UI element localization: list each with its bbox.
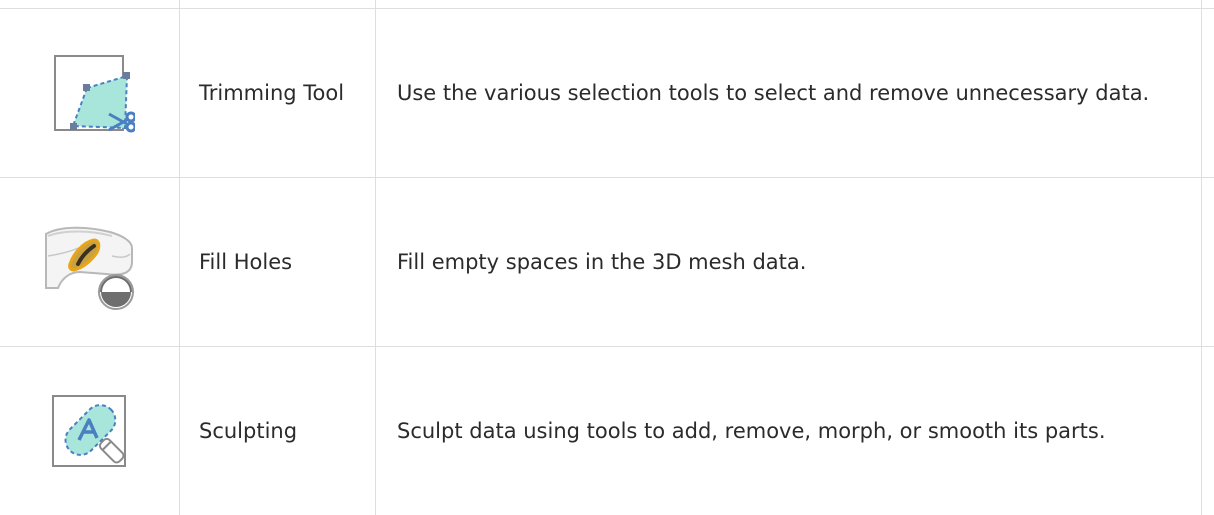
fill-holes-icon: [40, 212, 140, 312]
table-row: Fill Holes Fill empty spaces in the 3D m…: [0, 178, 1214, 346]
tool-name: Sculpting: [199, 419, 298, 443]
table-row: Trimming Tool Use the various selection …: [0, 9, 1214, 177]
trimming-tool-icon: [45, 48, 136, 138]
icon-cell: [0, 347, 179, 515]
icon-cell: [0, 178, 179, 346]
tool-description-cell: Use the various selection tools to selec…: [376, 9, 1201, 177]
tool-name-cell: Sculpting: [180, 347, 375, 515]
tool-description: Sculpt data using tools to add, remove, …: [397, 419, 1106, 443]
tool-name-cell: Fill Holes: [180, 178, 375, 346]
tool-description: Use the various selection tools to selec…: [397, 81, 1150, 105]
icon-cell: [0, 9, 179, 177]
tool-description-cell: Fill empty spaces in the 3D mesh data.: [376, 178, 1201, 346]
tool-description-cell: Sculpt data using tools to add, remove, …: [376, 347, 1201, 515]
tools-table: Trimming Tool Use the various selection …: [0, 0, 1214, 515]
tool-name: Trimming Tool: [199, 81, 345, 105]
table-row: Sculpting Sculpt data using tools to add…: [0, 347, 1214, 515]
tool-name: Fill Holes: [199, 250, 293, 274]
sculpting-icon: [45, 386, 135, 476]
tool-name-cell: Trimming Tool: [180, 9, 375, 177]
tool-description: Fill empty spaces in the 3D mesh data.: [397, 250, 807, 274]
